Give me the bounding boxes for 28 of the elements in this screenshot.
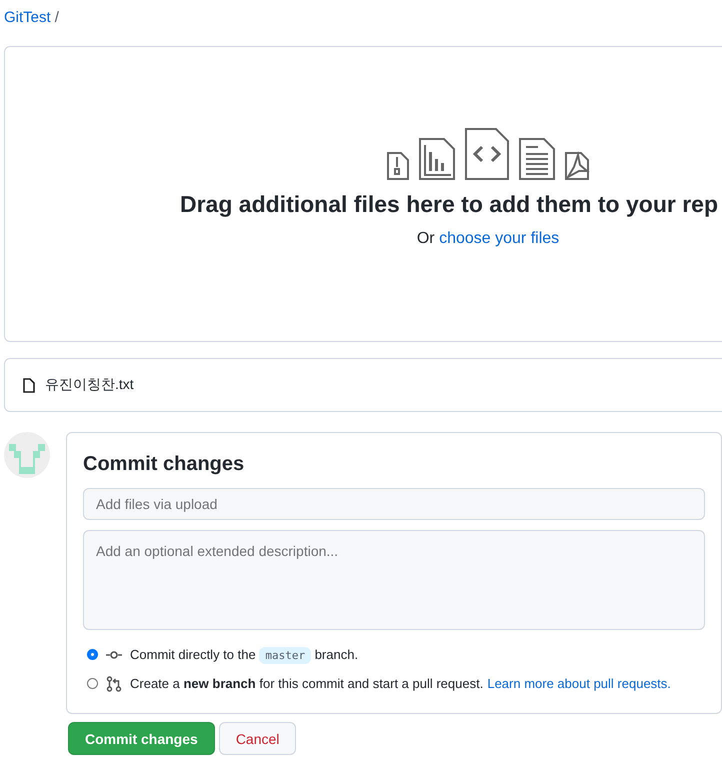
commit-icon xyxy=(106,650,122,658)
code-file-icon xyxy=(464,127,510,181)
radio-button[interactable] xyxy=(87,649,98,660)
pdf-file-icon xyxy=(564,151,590,181)
document-file-icon xyxy=(518,137,556,181)
drop-prompt: Or xyxy=(416,230,435,247)
file-icon xyxy=(23,378,35,392)
learn-more-link[interactable]: Learn more about pull requests. xyxy=(487,676,671,691)
commit-title: Commit changes xyxy=(83,453,246,476)
branch-name: master xyxy=(259,647,312,664)
avatar-icon xyxy=(4,432,50,478)
option-label: Commit directly to the xyxy=(130,647,257,662)
commit-description-field[interactable]: Add an optional extended description... xyxy=(83,530,705,630)
drop-heading: Drag additional files here to add them to your rep xyxy=(180,191,718,218)
repo-link[interactable]: GitTest xyxy=(4,8,51,26)
choose-files-link[interactable]: choose your files xyxy=(439,230,560,247)
drop-zone[interactable]: Drag additional files here to add them to your rep Or choose your files xyxy=(4,46,722,342)
chart-file-icon xyxy=(418,137,456,181)
file-name: 유진이칭찬.txt xyxy=(45,376,134,394)
path-separator: / xyxy=(54,8,59,26)
option-label: Create a new branch for this commit and start a pull request. xyxy=(130,676,484,691)
cancel-button[interactable]: Cancel xyxy=(218,722,296,755)
option-label: branch. xyxy=(314,647,358,662)
radio-button[interactable] xyxy=(87,678,98,689)
pull-request-icon xyxy=(106,676,122,692)
commit-button[interactable]: Commit changes xyxy=(68,722,215,755)
commit-summary-field[interactable]: Add files via upload xyxy=(83,488,705,520)
zip-file-icon xyxy=(386,151,410,181)
